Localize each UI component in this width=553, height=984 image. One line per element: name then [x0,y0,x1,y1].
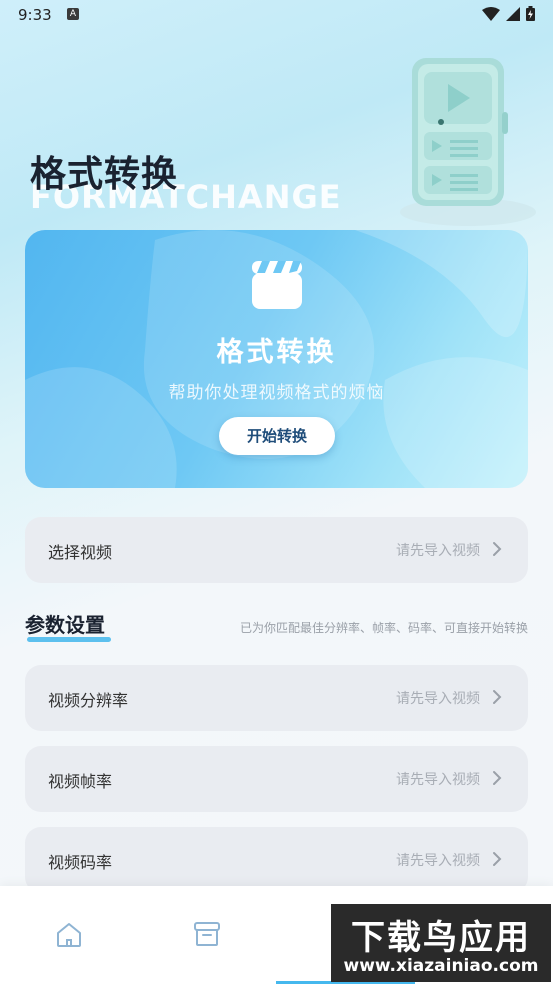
battery-icon [526,6,535,21]
signal-icon [506,6,520,21]
row-label: 选择视频 [48,543,113,562]
status-icons [482,6,535,21]
phone-illustration-icon [400,58,536,226]
select-video-row[interactable]: 选择视频 请先导入视频 [25,517,528,583]
watermark-title: 下载鸟应用 [351,918,531,958]
row-value: 请先导入视频 [396,543,480,559]
chevron-right-icon [493,542,502,556]
row-value: 请先导入视频 [396,691,480,707]
tab-archive[interactable] [138,886,276,984]
banner-description: 帮助你处理视频格式的烦恼 [168,383,385,403]
row-label: 视频码率 [48,853,113,872]
watermark-url: www.xiazainiao.com [343,956,539,976]
section-title: 参数设置 [25,613,105,637]
row-label: 视频分辨率 [48,691,129,710]
row-value: 请先导入视频 [396,853,480,869]
home-icon [57,923,81,947]
archive-icon [194,922,220,946]
watermark: 下载鸟应用 www.xiazainiao.com [331,904,551,982]
wifi-icon [482,6,500,21]
section-hint: 已为你匹配最佳分辨率、帧率、码率、可直接开始转换 [239,621,528,635]
row-label: 视频帧率 [48,772,113,791]
framerate-row[interactable]: 视频帧率 请先导入视频 [25,746,528,812]
page-title: 格式转换 [30,154,179,195]
chevron-right-icon [493,690,502,704]
chevron-right-icon [493,771,502,785]
tab-home[interactable] [0,886,138,984]
notification-icon: A [67,8,79,20]
banner-title: 格式转换 [216,337,337,368]
start-convert-button[interactable]: 开始转换 [219,417,335,455]
row-value: 请先导入视频 [396,772,480,788]
resolution-row[interactable]: 视频分辨率 请先导入视频 [25,665,528,731]
status-time: 9:33 [18,6,52,24]
clapperboard-icon [252,261,302,309]
status-bar: 9:33 A [0,0,553,30]
chevron-right-icon [493,852,502,866]
bitrate-row[interactable]: 视频码率 请先导入视频 [25,827,528,893]
